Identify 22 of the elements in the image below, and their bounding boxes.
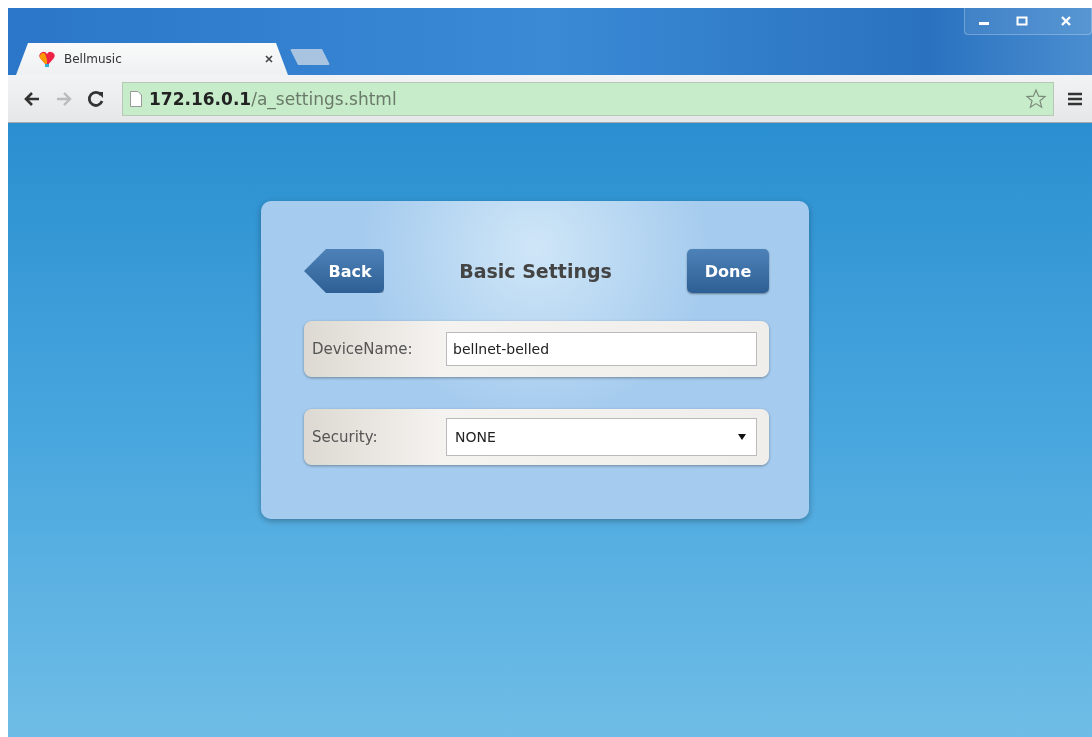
field-label: DeviceName: [312,340,414,358]
reload-icon[interactable] [86,88,106,109]
tab-title: Bellmusic [64,52,123,66]
page-icon [129,89,143,108]
heart-logo-icon [38,50,56,68]
url-text: 172.16.0.1/a_settings.shtml [149,88,398,109]
star-icon[interactable] [1025,87,1047,110]
dropdown-caret-icon [738,433,746,441]
close-tab-icon[interactable] [264,54,274,64]
close-button[interactable] [1041,8,1091,34]
back-button[interactable]: Back [304,249,384,293]
close-icon [1060,16,1072,26]
new-tab-button[interactable] [290,49,330,65]
done-button[interactable]: Done [687,249,769,293]
maximize-icon [1016,16,1028,26]
browser-tab[interactable]: Bellmusic [16,43,288,75]
page-title: Basic Settings [459,260,612,282]
device-name-field[interactable]: bellnet-belled [446,332,757,366]
security-dropdown[interactable]: NONE [446,418,757,456]
field-label: Security: [312,428,379,446]
address-bar[interactable]: 172.16.0.1/a_settings.shtml [122,81,1054,116]
minimize-button[interactable] [965,8,1003,34]
